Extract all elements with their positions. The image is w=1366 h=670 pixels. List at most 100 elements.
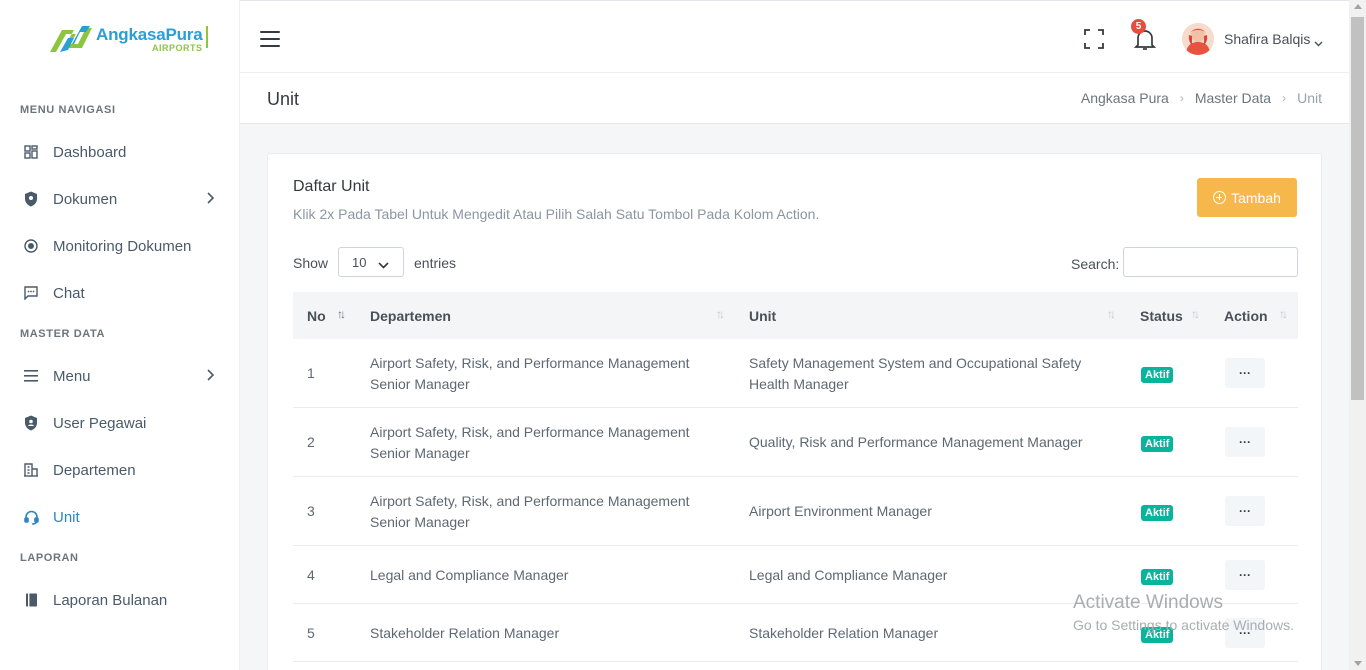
scrollbar-thumb[interactable] [1351, 17, 1364, 400]
cell-unit: Stakeholder Relation Manager [749, 625, 939, 641]
dashboard-icon [22, 143, 40, 161]
status-badge: Aktif [1141, 367, 1174, 383]
entries-label: entries [414, 255, 457, 271]
action-menu-button[interactable]: ··· [1225, 560, 1265, 590]
cell-departemen: Airport Safety, Risk, and Performance Ma… [370, 355, 690, 371]
cell-unit: Safety Management System and Occupationa… [749, 355, 1082, 371]
cell-departemen: Senior Manager [370, 376, 470, 392]
shield-icon [22, 190, 40, 208]
chevron-down-icon[interactable] [1314, 34, 1323, 52]
book-icon [22, 591, 40, 609]
angkasa-pura-logo[interactable]: AngkasaPura AIRPORTS [46, 22, 209, 56]
column-header-action[interactable]: Action [1224, 308, 1268, 324]
status-badge: Aktif [1141, 436, 1174, 452]
sidebar-item-label: Monitoring Dokumen [53, 237, 192, 255]
logo-subtitle: AIRPORTS [151, 42, 203, 53]
cell-departemen: Airport Safety, Risk, and Performance Ma… [370, 493, 690, 509]
page-title: Unit [267, 89, 300, 109]
status-badge: Aktif [1141, 569, 1174, 585]
sidebar-item-menu[interactable]: Menu [0, 356, 240, 396]
action-menu-button[interactable]: ··· [1225, 496, 1265, 526]
cell-departemen: Stakeholder Relation Manager [370, 625, 560, 641]
fullscreen-icon[interactable] [1084, 29, 1104, 49]
status-badge: Aktif [1141, 505, 1174, 521]
table-row[interactable]: 2 Airport Safety, Risk, and Performance … [293, 408, 1298, 477]
search-input[interactable] [1123, 247, 1298, 277]
notification-count-badge: 5 [1131, 19, 1146, 34]
action-menu-button[interactable]: ··· [1225, 358, 1265, 388]
table-row[interactable]: 1 Airport Safety, Risk, and Performance … [293, 339, 1298, 408]
hamburger-menu-icon[interactable] [260, 31, 280, 47]
column-header-departemen[interactable]: Departemen [370, 308, 451, 324]
sort-icon[interactable]: ↑↓ [1279, 307, 1288, 321]
sidebar-item-user-pegawai[interactable]: User Pegawai [0, 403, 240, 443]
table-row[interactable]: 3 Airport Safety, Risk, and Performance … [293, 477, 1298, 546]
user-name[interactable]: Shafira Balqis [1224, 31, 1310, 47]
cell-unit: Legal and Compliance Manager [749, 567, 948, 583]
sort-icon[interactable]: ↑↓ [1107, 307, 1116, 321]
breadcrumb-separator-icon: › [1179, 91, 1184, 105]
sort-icon[interactable]: ↑↓ [716, 307, 725, 321]
table-header: No ↑↓ Departemen ↑↓ Unit ↑↓ Status ↑↓ Ac… [293, 292, 1298, 339]
cell-departemen: Legal and Compliance Manager [370, 567, 569, 583]
sidebar-item-departemen[interactable]: Departemen [0, 450, 240, 490]
column-header-unit[interactable]: Unit [749, 308, 776, 324]
activate-windows-title: Activate Windows [1073, 592, 1223, 613]
sidebar: AngkasaPura AIRPORTS MENU NAVIGASI Dashb… [0, 0, 240, 670]
cell-no: 5 [307, 625, 315, 641]
vertical-scrollbar[interactable] [1349, 0, 1366, 670]
sidebar-item-label: Unit [53, 508, 80, 526]
sidebar-item-monitoring-dokumen[interactable]: Monitoring Dokumen [0, 226, 240, 266]
entries-per-page-select[interactable]: 10 [338, 247, 404, 277]
add-unit-button[interactable]: Tambah [1197, 178, 1297, 217]
sidebar-item-label: Dokumen [53, 190, 118, 208]
headset-icon [22, 508, 40, 526]
entries-select-value: 10 [352, 254, 367, 270]
logo-title: AngkasaPura [96, 24, 203, 44]
topbar: 5 Shafira Balqis [240, 0, 1366, 73]
chevron-right-icon [206, 368, 215, 385]
plus-circle-icon [1213, 191, 1227, 204]
sidebar-item-label: Departemen [53, 461, 136, 479]
section-menu-navigasi: MENU NAVIGASI [20, 104, 116, 116]
sidebar-item-label: User Pegawai [53, 414, 147, 432]
sidebar-item-label: Menu [53, 367, 91, 385]
sidebar-item-label: Dashboard [53, 143, 127, 161]
add-button-label: Tambah [1231, 189, 1281, 206]
user-avatar[interactable] [1182, 23, 1214, 55]
chevron-right-icon [206, 191, 215, 208]
logo-mark-icon [46, 22, 94, 56]
column-header-status[interactable]: Status [1140, 308, 1183, 324]
shield-user-icon [22, 414, 40, 432]
column-header-no[interactable]: No [307, 308, 326, 324]
sidebar-item-dashboard[interactable]: Dashboard [0, 132, 240, 172]
card-subtitle: Klik 2x Pada Tabel Untuk Mengedit Atau P… [293, 206, 820, 222]
sidebar-item-dokumen[interactable]: Dokumen [0, 179, 240, 219]
cell-departemen: Senior Manager [370, 514, 470, 530]
cell-departemen: Airport Safety, Risk, and Performance Ma… [370, 424, 690, 440]
breadcrumb-item-master-data[interactable]: Master Data [1195, 90, 1271, 106]
sidebar-item-chat[interactable]: Chat [0, 273, 240, 313]
page-header: Unit Angkasa Pura › Master Data › Unit [240, 73, 1366, 124]
card-title: Daftar Unit [293, 178, 370, 195]
scroll-down-arrow-icon[interactable] [1354, 661, 1362, 666]
cell-no: 2 [307, 434, 315, 450]
sort-asc-icon[interactable]: ↑↓ [337, 307, 346, 321]
sidebar-item-label: Chat [53, 284, 85, 302]
breadcrumb-item-angkasa-pura[interactable]: Angkasa Pura [1081, 90, 1169, 106]
sidebar-item-laporan-bulanan[interactable]: Laporan Bulanan [0, 580, 240, 620]
activate-windows-subtitle: Go to Settings to activate Windows. [1073, 617, 1294, 633]
target-icon [22, 237, 40, 255]
building-icon [22, 461, 40, 479]
list-icon [22, 367, 40, 385]
sidebar-item-unit[interactable]: Unit [0, 497, 240, 537]
cell-unit: Airport Environment Manager [749, 503, 932, 519]
cell-unit: Quality, Risk and Performance Management… [749, 434, 1083, 450]
chevron-down-icon [378, 257, 389, 272]
action-menu-button[interactable]: ··· [1225, 427, 1265, 457]
scroll-up-arrow-icon[interactable] [1354, 4, 1362, 9]
cell-no: 1 [307, 365, 315, 381]
section-laporan: LAPORAN [20, 552, 79, 564]
sort-icon[interactable]: ↑↓ [1191, 307, 1200, 321]
logo-divider [206, 26, 209, 48]
